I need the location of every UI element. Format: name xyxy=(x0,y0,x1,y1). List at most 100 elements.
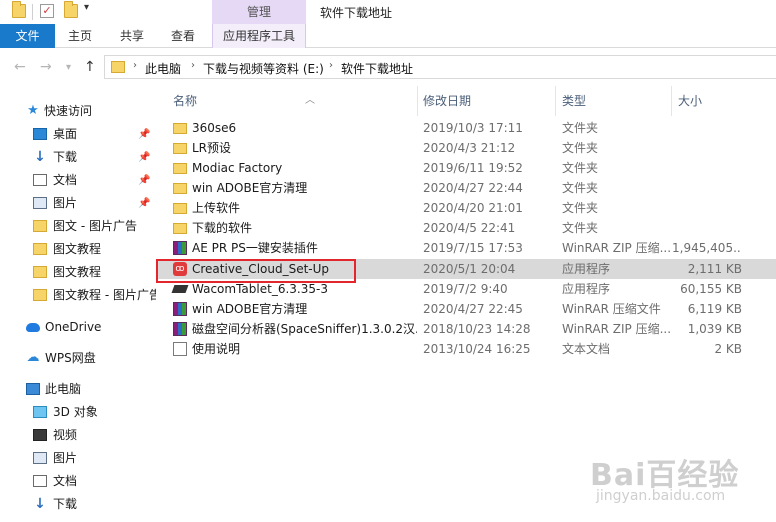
file-name: 360se6 xyxy=(192,121,237,135)
wacom-installer-icon xyxy=(171,285,189,293)
file-date: 2020/4/27 22:45 xyxy=(423,302,523,316)
sidebar-item-3d-objects[interactable]: 3D 对象 xyxy=(0,401,156,424)
picture-icon xyxy=(33,197,47,209)
up-arrow-icon[interactable]: ↑ xyxy=(84,59,96,75)
tab-home[interactable]: 主页 xyxy=(58,24,102,48)
file-row[interactable]: 使用说明 2013/10/24 16:25 文本文档 2 KB xyxy=(157,339,776,359)
file-date: 2013/10/24 16:25 xyxy=(423,342,531,356)
star-icon: ★ xyxy=(27,103,39,118)
back-arrow-icon[interactable]: ← xyxy=(14,59,26,75)
file-name: Modiac Factory xyxy=(192,161,283,175)
file-row[interactable]: 下载的软件 2020/4/5 22:41 文件夹 xyxy=(157,218,776,238)
column-divider[interactable] xyxy=(671,86,672,116)
breadcrumb-this-pc[interactable]: 此电脑 xyxy=(145,60,181,77)
tab-application-tools[interactable]: 应用程序工具 xyxy=(212,24,306,48)
sidebar-item-pictures[interactable]: 图片 📌 xyxy=(0,192,156,215)
breadcrumb-current-folder[interactable]: 软件下载地址 xyxy=(341,60,413,77)
sidebar-item-documents[interactable]: 文档 📌 xyxy=(0,169,156,192)
file-row[interactable]: 磁盘空间分析器(SpaceSniffer)1.3.0.2汉... 2018/10… xyxy=(157,319,776,339)
file-size: 1,945,405... xyxy=(672,241,742,255)
video-icon xyxy=(33,429,47,441)
file-date: 2019/6/11 19:52 xyxy=(423,161,523,175)
sidebar-item-folder[interactable]: 图文教程 - 图片广告 xyxy=(0,284,156,307)
file-type: 文件夹 xyxy=(562,121,599,135)
sidebar-item-pictures[interactable]: 图片 xyxy=(0,447,156,470)
column-header-name[interactable]: 名称 ︿ xyxy=(173,86,413,116)
sidebar-item-label: 桌面 xyxy=(53,127,78,141)
folder-icon xyxy=(111,61,125,73)
sidebar-item-folder[interactable]: 图文 - 图片广告 xyxy=(0,215,156,238)
file-date: 2020/4/27 22:44 xyxy=(423,181,523,195)
tab-view[interactable]: 查看 xyxy=(161,24,205,48)
manage-context-tab[interactable]: 管理 xyxy=(212,0,306,24)
new-folder-icon[interactable] xyxy=(64,1,78,18)
folder-icon xyxy=(33,289,47,301)
sidebar-item-wps-drive[interactable]: ☁ WPS网盘 xyxy=(0,347,156,370)
pin-icon: 📌 xyxy=(138,152,151,163)
sidebar-item-quick-access[interactable]: ★ 快速访问 xyxy=(0,100,156,123)
chevron-right-icon[interactable]: › xyxy=(329,60,333,71)
properties-icon[interactable]: ✓ xyxy=(40,4,54,18)
sidebar-item-label: 图片 xyxy=(53,451,78,465)
column-divider[interactable] xyxy=(555,86,556,116)
column-header-size[interactable]: 大小 xyxy=(678,86,748,116)
sidebar-item-documents[interactable]: 文档 xyxy=(0,470,156,493)
download-icon: ↓ xyxy=(34,149,46,165)
sidebar-item-this-pc[interactable]: 此电脑 xyxy=(0,378,156,401)
sidebar-item-downloads[interactable]: ↓ 下载 📌 xyxy=(0,146,156,169)
window-title: 软件下载地址 xyxy=(320,6,393,20)
sidebar-item-label: 图文教程 xyxy=(53,265,102,279)
address-bar-row: ← → ▾ ↑ › 此电脑 › 下载与视频等资料 (E:) › 软件下载地址 xyxy=(0,52,776,82)
sidebar-item-label: 此电脑 xyxy=(45,382,82,396)
3d-objects-icon xyxy=(33,406,47,418)
customize-quick-access-icon[interactable]: ▾ xyxy=(84,2,89,13)
forward-arrow-icon[interactable]: → xyxy=(40,59,52,75)
column-divider[interactable] xyxy=(417,86,418,116)
sidebar-item-desktop[interactable]: 桌面 📌 xyxy=(0,123,156,146)
breadcrumb-drive-e[interactable]: 下载与视频等资料 (E:) xyxy=(203,60,324,77)
folder-icon xyxy=(173,183,187,194)
address-field[interactable]: › 此电脑 › 下载与视频等资料 (E:) › 软件下载地址 xyxy=(104,55,776,79)
file-row[interactable]: Modiac Factory 2019/6/11 19:52 文件夹 xyxy=(157,158,776,178)
highlight-annotation xyxy=(156,259,356,283)
file-row[interactable]: win ADOBE官方清理 2020/4/27 22:44 文件夹 xyxy=(157,178,776,198)
folder-icon[interactable] xyxy=(12,1,26,18)
desktop-icon xyxy=(33,128,47,140)
sidebar-item-downloads[interactable]: ↓ 下载 xyxy=(0,493,156,516)
sidebar-item-onedrive[interactable]: OneDrive xyxy=(0,316,156,339)
file-size: 60,155 KB xyxy=(680,282,742,296)
file-row[interactable]: AE PR PS一键安装插件 2019/7/15 17:53 WinRAR ZI… xyxy=(157,238,776,258)
file-row[interactable]: LR预设 2020/4/3 21:12 文件夹 xyxy=(157,138,776,158)
tab-share[interactable]: 共享 xyxy=(110,24,154,48)
tab-file[interactable]: 文件 xyxy=(0,24,55,48)
file-type: 文件夹 xyxy=(562,181,599,195)
folder-icon xyxy=(173,123,187,134)
folder-icon xyxy=(173,203,187,214)
sidebar-item-videos[interactable]: 视频 xyxy=(0,424,156,447)
file-date: 2020/4/20 21:01 xyxy=(423,201,523,215)
folder-icon xyxy=(33,220,47,232)
sidebar-item-label: WPS网盘 xyxy=(45,351,96,365)
column-header-type[interactable]: 类型 xyxy=(562,86,672,116)
file-type: 文件夹 xyxy=(562,221,599,235)
column-header-date[interactable]: 修改日期 xyxy=(423,86,553,116)
file-date: 2020/4/5 22:41 xyxy=(423,221,516,235)
sidebar-item-folder[interactable]: 图文教程 xyxy=(0,261,156,284)
file-row[interactable]: 上传软件 2020/4/20 21:01 文件夹 xyxy=(157,198,776,218)
file-type: 应用程序 xyxy=(562,282,611,296)
folder-icon xyxy=(173,143,187,154)
chevron-right-icon[interactable]: › xyxy=(133,60,137,71)
file-type: 文件夹 xyxy=(562,141,599,155)
file-row[interactable]: 360se6 2019/10/3 17:11 文件夹 xyxy=(157,118,776,138)
file-row[interactable]: win ADOBE官方清理 2020/4/27 22:45 WinRAR 压缩文… xyxy=(157,299,776,319)
file-date: 2019/7/15 17:53 xyxy=(423,241,523,255)
file-name: 使用说明 xyxy=(192,342,241,356)
navigation-pane: ★ 快速访问 桌面 📌 ↓ 下载 📌 文档 📌 图片 📌 图文 - 图片广告 图… xyxy=(0,94,156,522)
file-type: 应用程序 xyxy=(562,262,611,276)
file-date: 2020/5/1 20:04 xyxy=(423,262,516,276)
title-bar: ✓ ▾ 管理 软件下载地址 xyxy=(0,0,776,24)
recent-locations-chevron-icon[interactable]: ▾ xyxy=(66,62,71,73)
document-icon xyxy=(33,475,47,487)
sidebar-item-folder[interactable]: 图文教程 xyxy=(0,238,156,261)
chevron-right-icon[interactable]: › xyxy=(191,60,195,71)
